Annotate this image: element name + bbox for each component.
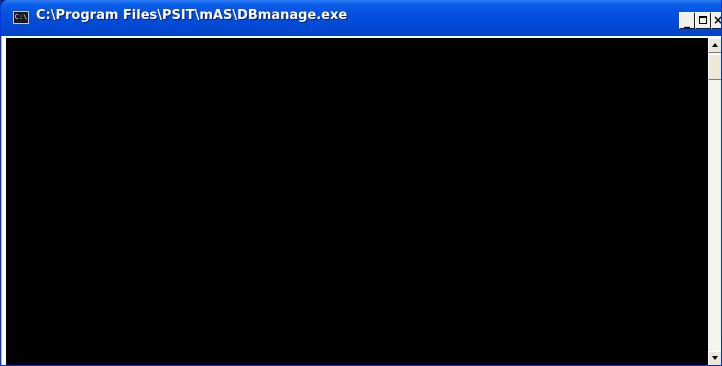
scroll-down-button[interactable] xyxy=(708,351,721,365)
maximize-button[interactable] xyxy=(695,12,711,29)
close-button[interactable]: × xyxy=(711,12,721,29)
scroll-up-button[interactable] xyxy=(708,38,721,53)
vertical-scrollbar[interactable] xyxy=(708,38,721,365)
scroll-track[interactable] xyxy=(708,80,721,351)
window-title: C:\Program Files\PSIT\mAS\DBmanage.exe xyxy=(36,8,348,23)
scroll-thumb[interactable] xyxy=(708,54,721,80)
console-window-icon[interactable]: C:\ xyxy=(13,11,29,24)
minimize-button[interactable]: _ xyxy=(679,12,695,29)
console-window: C:\ C:\Program Files\PSIT\mAS\DBmanage.e… xyxy=(0,0,722,366)
console-output-area[interactable] xyxy=(6,38,708,365)
title-bar[interactable]: C:\ C:\Program Files\PSIT\mAS\DBmanage.e… xyxy=(1,0,721,36)
